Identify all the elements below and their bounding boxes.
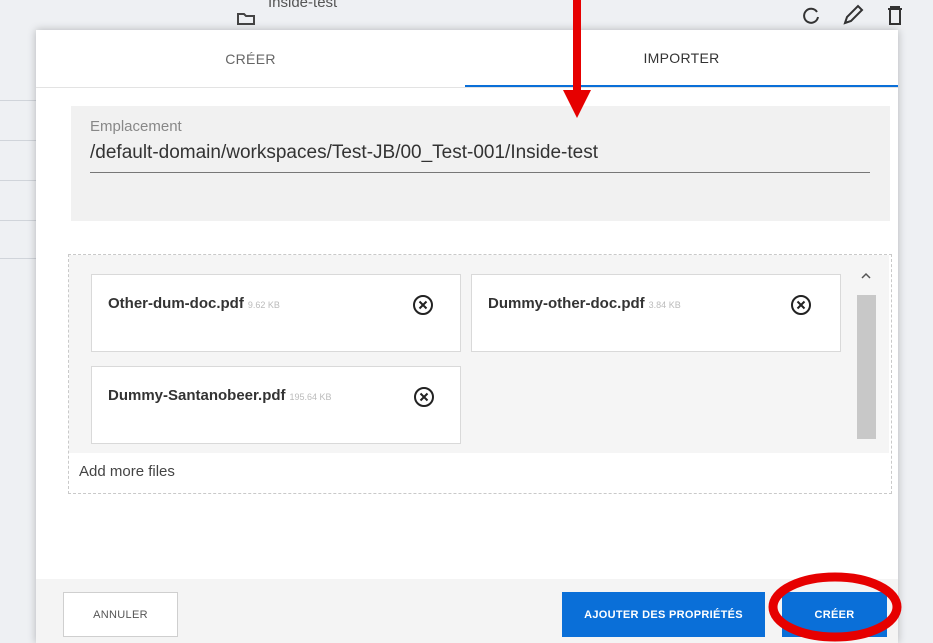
scrollbar-thumb[interactable] xyxy=(857,295,876,439)
close-circle-icon[interactable] xyxy=(790,294,812,316)
file-card: Dummy-Santanobeer.pdf 195.64 KB xyxy=(91,366,461,444)
location-field: Emplacement /default-domain/workspaces/T… xyxy=(71,106,890,221)
file-dropzone[interactable]: Other-dum-doc.pdf 9.62 KB Dummy-other-doc… xyxy=(68,254,892,494)
file-card: Dummy-other-doc.pdf 3.84 KB xyxy=(471,274,841,352)
location-label: Emplacement xyxy=(90,118,182,135)
file-name-text: Dummy-Santanobeer.pdf xyxy=(108,387,286,404)
add-properties-button[interactable]: AJOUTER DES PROPRIÉTÉS xyxy=(562,592,765,637)
annotation-circle xyxy=(768,572,902,642)
file-name-text: Other-dum-doc.pdf xyxy=(108,295,244,312)
annotation-arrow xyxy=(563,0,591,118)
dialog-tabs: CRÉER IMPORTER xyxy=(36,30,898,88)
file-name: Dummy-other-doc.pdf 3.84 KB xyxy=(488,295,681,312)
background-toolbar xyxy=(800,4,906,26)
refresh-icon[interactable] xyxy=(800,4,822,26)
trash-icon[interactable] xyxy=(884,4,906,26)
import-dialog: CRÉER IMPORTER Emplacement /default-doma… xyxy=(36,30,898,643)
close-circle-icon[interactable] xyxy=(413,386,435,408)
file-card: Other-dum-doc.pdf 9.62 KB xyxy=(91,274,461,352)
file-size: 3.84 KB xyxy=(648,300,681,310)
file-name: Dummy-Santanobeer.pdf 195.64 KB xyxy=(108,387,332,404)
background-header: Inside-test xyxy=(0,0,933,31)
chevron-up-icon[interactable] xyxy=(859,269,873,283)
background-left-column xyxy=(0,30,37,643)
file-name: Other-dum-doc.pdf 9.62 KB xyxy=(108,295,280,312)
cancel-button[interactable]: ANNULER xyxy=(63,592,178,637)
location-value[interactable]: /default-domain/workspaces/Test-JB/00_Te… xyxy=(90,142,870,173)
file-size: 195.64 KB xyxy=(289,392,332,402)
file-size: 9.62 KB xyxy=(247,300,280,310)
scrollbar[interactable] xyxy=(855,269,877,439)
pencil-icon[interactable] xyxy=(842,4,864,26)
folder-icon xyxy=(237,13,255,25)
background-right-column xyxy=(898,30,933,643)
add-more-files-link[interactable]: Add more files xyxy=(79,463,175,480)
tab-import[interactable]: IMPORTER xyxy=(465,30,898,87)
tab-create[interactable]: CRÉER xyxy=(36,30,465,87)
file-list: Other-dum-doc.pdf 9.62 KB Dummy-other-doc… xyxy=(69,255,889,453)
close-circle-icon[interactable] xyxy=(412,294,434,316)
background-folder-title: Inside-test xyxy=(268,0,338,11)
file-name-text: Dummy-other-doc.pdf xyxy=(488,295,645,312)
